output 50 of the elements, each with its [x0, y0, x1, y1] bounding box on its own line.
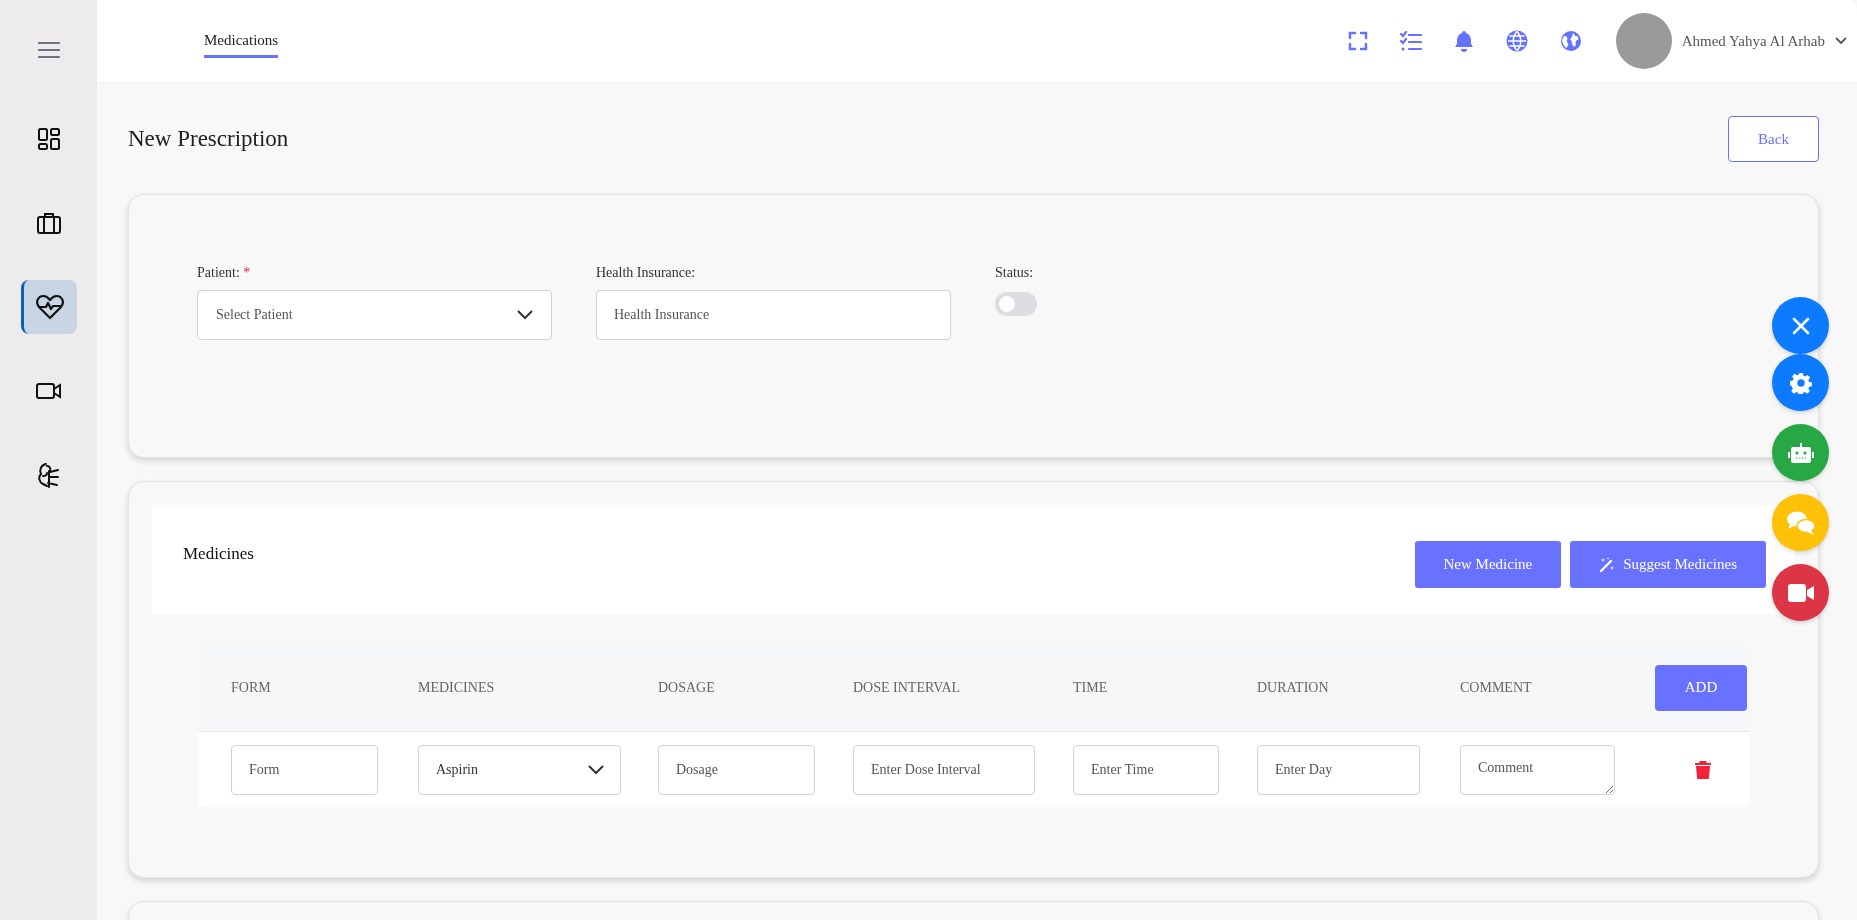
globe-icon[interactable]	[1505, 30, 1528, 52]
chevron-down-icon	[588, 764, 604, 775]
add-button[interactable]: ADD	[1655, 664, 1747, 711]
input-field[interactable]: Form	[231, 744, 378, 795]
user-name[interactable]: Ahmed Yahya Al Arhab	[1681, 32, 1825, 50]
section-title: Medicines	[183, 543, 254, 564]
video-camera-icon	[35, 381, 62, 401]
column-header: DURATION	[1257, 679, 1330, 696]
status-toggle[interactable]	[995, 292, 1037, 316]
input-field[interactable]: Enter Time	[1073, 744, 1219, 795]
input-field[interactable]: Health Insurance	[596, 290, 951, 340]
robot-button[interactable]	[1772, 424, 1829, 481]
input-field[interactable]: Dosage	[658, 744, 815, 795]
briefcase-icon	[35, 211, 62, 235]
field-label: Patient: *	[197, 265, 252, 281]
dashboard-icon	[36, 127, 61, 151]
field-label: Status:	[995, 265, 1035, 281]
video-camera-icon	[1787, 583, 1814, 602]
chat-bubbles-icon	[1785, 509, 1816, 536]
sidebar-item[interactable]	[20, 280, 77, 334]
column-header: DOSE INTERVAL	[853, 679, 962, 696]
column-header: COMMENT	[1460, 679, 1533, 696]
nav-tab[interactable]: Medications	[204, 24, 279, 58]
trash-icon[interactable]	[1695, 760, 1711, 779]
patient-select[interactable]: Select Patient	[197, 290, 552, 340]
chevron-down-icon	[517, 310, 533, 320]
column-header: DOSAGE	[658, 679, 716, 696]
comment-field[interactable]: Comment	[1460, 744, 1615, 795]
checklist-icon[interactable]	[1399, 31, 1422, 51]
earth-icon[interactable]	[1559, 30, 1582, 52]
page-title: New Prescription	[128, 126, 289, 152]
column-header: MEDICINES	[418, 679, 496, 696]
field-label: Health Insurance:	[596, 265, 697, 281]
input-field[interactable]: Enter Day	[1257, 744, 1420, 795]
column-header: FORM	[231, 679, 272, 696]
bell-icon[interactable]	[1453, 30, 1474, 52]
column-header: TIME	[1073, 679, 1109, 696]
fullscreen-icon[interactable]	[1347, 31, 1368, 51]
chevron-down-icon[interactable]	[1835, 37, 1847, 45]
new-button[interactable]: New Medicine	[1414, 541, 1562, 588]
settings-icon	[1789, 371, 1812, 394]
heart-pulse-icon	[36, 294, 64, 320]
magic-wand-icon	[1599, 556, 1616, 573]
back-button[interactable]: Back	[1728, 116, 1819, 162]
input-field[interactable]: Enter Dose Interval	[853, 744, 1035, 795]
person-icon	[36, 462, 61, 488]
suggest-button[interactable]: Suggest Medicines	[1570, 541, 1766, 588]
robot-icon	[1786, 441, 1815, 464]
close-icon	[1791, 316, 1810, 335]
medicine-select[interactable]: Aspirin	[418, 744, 621, 795]
